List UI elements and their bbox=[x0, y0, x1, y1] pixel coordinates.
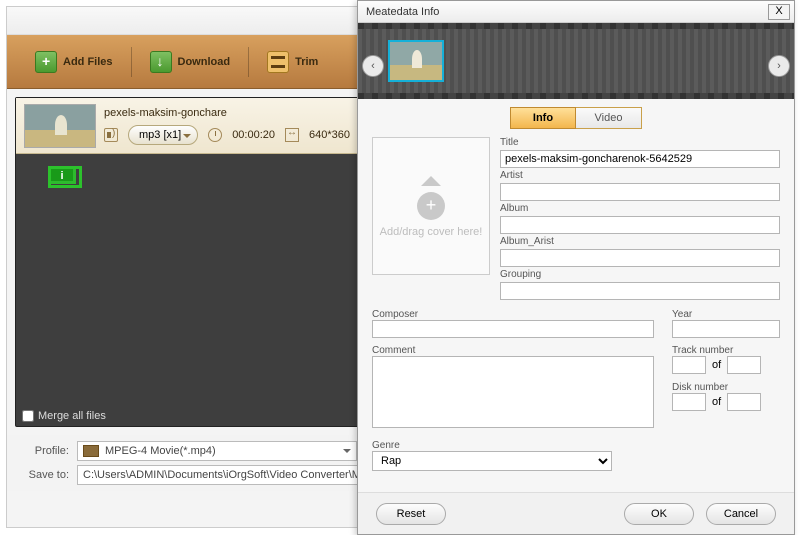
clock-icon bbox=[208, 128, 222, 142]
upload-icon bbox=[421, 166, 441, 186]
label-artist: Artist bbox=[500, 170, 780, 181]
label-year: Year bbox=[672, 309, 692, 320]
label-comment: Comment bbox=[372, 345, 415, 356]
profile-dropdown[interactable]: MPEG-4 Movie(*.mp4) bbox=[77, 441, 357, 461]
cover-hint: Add/drag cover here! bbox=[380, 226, 483, 238]
profile-label: Profile: bbox=[17, 445, 69, 457]
download-button[interactable]: Download bbox=[132, 42, 249, 82]
download-label: Download bbox=[178, 56, 231, 68]
info-button[interactable]: i bbox=[48, 166, 76, 184]
dialog-body: Info Video Add/drag cover here! Title Ar… bbox=[358, 99, 794, 479]
of-label: of bbox=[712, 359, 721, 371]
album-field[interactable] bbox=[500, 216, 780, 234]
dialog-title: Meatedata Info bbox=[362, 6, 768, 18]
next-button[interactable]: › bbox=[768, 55, 790, 77]
trim-icon bbox=[267, 51, 289, 73]
disk-b-field[interactable] bbox=[727, 393, 761, 411]
ok-button[interactable]: OK bbox=[624, 503, 694, 525]
item-dimensions: 640*360 bbox=[309, 129, 350, 141]
tab-video[interactable]: Video bbox=[576, 107, 642, 129]
label-grouping: Grouping bbox=[500, 269, 780, 280]
plus-icon bbox=[417, 192, 445, 220]
format-dropdown[interactable]: mp3 [x1] bbox=[128, 125, 198, 145]
movie-icon bbox=[83, 445, 99, 457]
trim-label: Trim bbox=[295, 56, 318, 68]
tab-row: Info Video bbox=[372, 107, 780, 129]
reset-button[interactable]: Reset bbox=[376, 503, 446, 525]
add-files-label: Add Files bbox=[63, 56, 113, 68]
sound-icon bbox=[104, 128, 118, 142]
comment-field[interactable] bbox=[372, 356, 654, 428]
add-files-icon bbox=[35, 51, 57, 73]
prev-button[interactable]: ‹ bbox=[362, 55, 384, 77]
filmstrip: ‹ › bbox=[358, 23, 794, 99]
item-duration: 00:00:20 bbox=[232, 129, 275, 141]
title-field[interactable] bbox=[500, 150, 780, 168]
dialog-header: Meatedata Info X bbox=[358, 1, 794, 23]
metadata-grid: Composer Year Comment Track number bbox=[372, 308, 780, 471]
label-disk-number: Disk number bbox=[672, 382, 780, 393]
label-composer: Composer bbox=[372, 309, 418, 320]
primary-fields: Title Artist Album Album_Arist Grouping bbox=[500, 137, 780, 300]
track-a-field[interactable] bbox=[672, 356, 706, 374]
label-album: Album bbox=[500, 203, 780, 214]
genre-row: Genre Rap bbox=[372, 439, 780, 471]
merge-checkbox-input[interactable] bbox=[22, 410, 34, 422]
add-files-button[interactable]: Add Files bbox=[17, 42, 131, 82]
tab-info[interactable]: Info bbox=[510, 107, 576, 129]
saveto-label: Save to: bbox=[17, 469, 69, 481]
dialog-footer: Reset OK Cancel bbox=[358, 492, 794, 534]
disk-a-field[interactable] bbox=[672, 393, 706, 411]
metadata-dialog: Meatedata Info X ‹ › Info Video Add/drag… bbox=[357, 0, 795, 535]
composer-field[interactable] bbox=[372, 320, 654, 338]
label-title: Title bbox=[500, 137, 780, 148]
label-track-number: Track number bbox=[672, 345, 733, 356]
album-artist-field[interactable] bbox=[500, 249, 780, 267]
close-button[interactable]: X bbox=[768, 4, 790, 20]
of-label-2: of bbox=[712, 396, 721, 408]
grouping-field[interactable] bbox=[500, 282, 780, 300]
format-value: mp3 [x1] bbox=[139, 129, 181, 141]
metadata-top: Add/drag cover here! Title Artist Album … bbox=[372, 137, 780, 300]
artist-field[interactable] bbox=[500, 183, 780, 201]
download-icon bbox=[150, 51, 172, 73]
item-thumbnail bbox=[24, 104, 96, 148]
merge-all-checkbox[interactable]: Merge all files bbox=[22, 410, 106, 422]
item-filename: pexels-maksim-gonchare bbox=[104, 107, 350, 119]
label-album-artist: Album_Arist bbox=[500, 236, 780, 247]
cover-dropzone[interactable]: Add/drag cover here! bbox=[372, 137, 490, 275]
label-genre: Genre bbox=[372, 440, 400, 451]
saveto-value: C:\Users\ADMIN\Documents\iOrgSoft\Video … bbox=[83, 469, 385, 481]
filmstrip-thumb[interactable] bbox=[388, 40, 444, 82]
cancel-button[interactable]: Cancel bbox=[706, 503, 776, 525]
disk-number-group: of bbox=[672, 393, 780, 411]
year-field[interactable] bbox=[672, 320, 780, 338]
track-b-field[interactable] bbox=[727, 356, 761, 374]
dimensions-icon bbox=[285, 128, 299, 142]
profile-value: MPEG-4 Movie(*.mp4) bbox=[105, 445, 216, 457]
genre-select[interactable]: Rap bbox=[372, 451, 612, 471]
merge-label: Merge all files bbox=[38, 410, 106, 422]
track-number-group: of bbox=[672, 356, 780, 374]
trim-button[interactable]: Trim bbox=[249, 42, 336, 82]
